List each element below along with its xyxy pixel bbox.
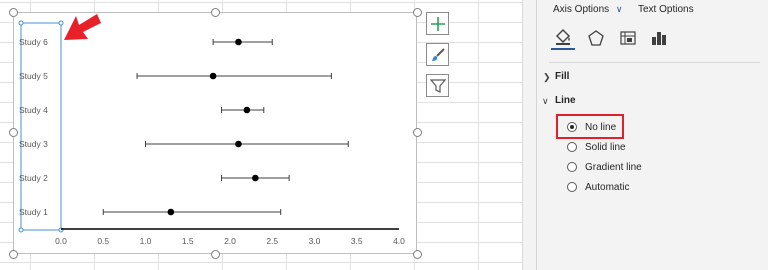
chart-elements-button[interactable] [426,12,449,35]
tab-text-options[interactable]: Text Options [638,4,694,15]
tab-axis-options[interactable]: Axis Options ∨ [553,4,623,15]
radio-button[interactable] [567,162,577,172]
data-point-group[interactable] [221,174,290,182]
data-point-group[interactable] [102,208,282,216]
pentagon-icon [588,30,604,46]
chart-handle-middle-right[interactable] [413,128,422,137]
radio-automatic-label: Automatic [585,181,630,193]
line-section-header[interactable]: ∨ Line [542,95,576,106]
data-point-marker[interactable] [252,174,259,182]
forest-plot: Study 6 Study 5 Study 4 Study 3 Study 2 Study… [18,20,405,246]
data-point-marker[interactable] [235,140,242,148]
pane-splitter[interactable] [522,0,536,270]
x-axis-tick-label: 3.0 [309,236,321,246]
data-point-group[interactable] [212,38,273,46]
x-axis-tick-label: 4.0 [393,236,405,246]
chevron-right-icon: ❯ [543,72,551,82]
line-section-label: Line [555,95,576,106]
data-point-marker[interactable] [235,38,242,46]
effects-tab[interactable] [584,26,608,50]
tab-text-options-label: Text Options [638,4,694,15]
size-properties-tab[interactable] [616,26,640,50]
annotation-arrow [64,14,101,40]
y-axis-label: Study 1 [19,207,48,217]
x-axis-tick-label: 0.5 [97,236,109,246]
radio-gradient-line[interactable]: Gradient line [567,160,642,174]
x-axis-tick-label: 3.5 [351,236,363,246]
data-point-marker[interactable] [209,72,217,80]
chart-area[interactable]: Study 6 Study 5 Study 4 Study 3 Study 2 Study… [13,12,417,254]
x-axis-tick-label: 1.5 [182,236,194,246]
plus-icon [430,16,445,31]
y-axis-label: Study 2 [19,173,48,183]
chart-styles-button[interactable] [426,43,449,66]
axis-options-tab[interactable] [647,26,671,50]
y-axis-label: Study 6 [19,37,48,47]
pane-separator [549,62,760,63]
fill-section-label: Fill [555,71,570,82]
x-axis-tick-label: 2.5 [266,236,278,246]
x-axis-tick-label: 1.0 [140,236,152,246]
y-axis-label: Study 4 [19,105,48,115]
chevron-down-icon: ∨ [542,96,549,106]
chart-handle-top-left[interactable] [9,8,18,17]
y-axis-label: Study 3 [19,139,48,149]
y-axis-label: Study 5 [19,71,48,81]
chevron-down-icon: ∨ [615,4,623,14]
paint-bucket-icon [556,29,570,45]
data-point-group[interactable] [136,72,332,80]
paintbrush-icon [431,47,445,61]
chart-handle-bottom-left[interactable] [9,250,18,259]
axis-selection-handle[interactable] [18,227,24,233]
radio-button[interactable] [567,142,577,152]
chart-handle-bottom-center[interactable] [211,250,220,259]
x-axis-tick-label: 2.0 [224,236,236,246]
bar-chart-icon [652,32,666,45]
size-properties-icon [620,31,636,45]
radio-solid-line-label: Solid line [585,141,626,153]
highlight-annotation [556,114,624,139]
radio-solid-line[interactable]: Solid line [567,140,626,154]
chart-handle-middle-left[interactable] [9,128,18,137]
fill-line-tab[interactable] [551,26,575,50]
data-point-group[interactable] [145,140,349,148]
chart-filters-button[interactable] [426,74,449,97]
x-axis-tick-label: 0.0 [55,236,67,246]
radio-automatic[interactable]: Automatic [567,180,629,194]
data-point-group[interactable] [221,106,265,114]
tab-axis-options-label: Axis Options [553,4,610,15]
axis-selection-handle[interactable] [18,20,24,26]
data-point-marker[interactable] [167,208,175,216]
vertical-axis-selection[interactable] [20,22,62,231]
data-point-marker[interactable] [243,106,251,114]
chart-handle-top-center[interactable] [211,8,220,17]
chart-handle-bottom-right[interactable] [413,250,422,259]
radio-gradient-line-label: Gradient line [585,161,642,173]
fill-section-header[interactable]: ❯ Fill [543,71,570,82]
chart-handle-top-right[interactable] [413,8,422,17]
radio-button[interactable] [567,182,577,192]
funnel-icon [429,78,446,93]
